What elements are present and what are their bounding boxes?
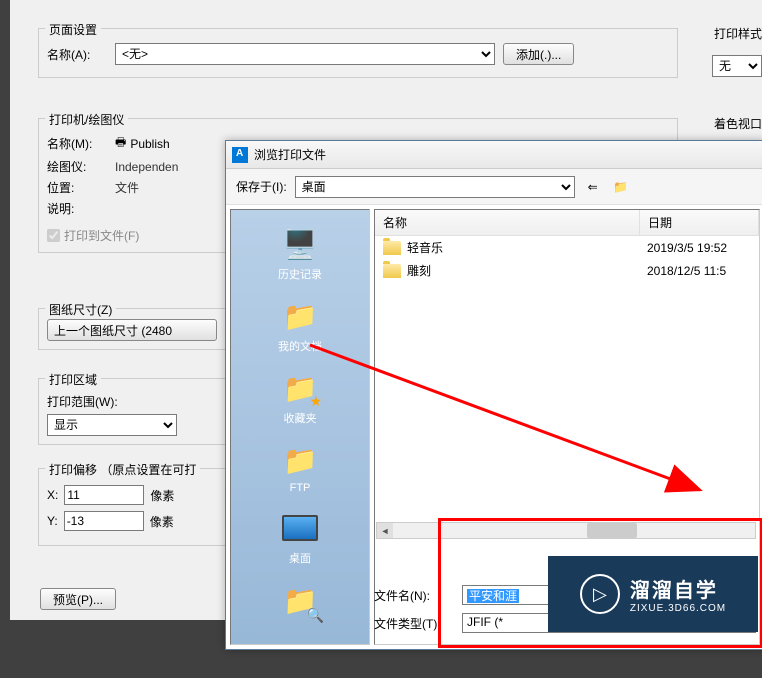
paper-legend: 图纸尺寸(Z) bbox=[45, 301, 116, 318]
page-setup-group: 页面设置 名称(A): <无> 添加(.)... bbox=[38, 28, 678, 78]
page-name-label: 名称(A): bbox=[47, 46, 107, 63]
print-to-file-checkbox bbox=[47, 229, 60, 242]
print-style-select[interactable]: 无 bbox=[712, 55, 762, 77]
printer-name-label: 名称(M): bbox=[47, 135, 107, 152]
folder-icon bbox=[383, 241, 401, 255]
location-label: 位置: bbox=[47, 179, 107, 196]
watermark-title: 溜溜自学 bbox=[630, 574, 726, 603]
y-unit: 像素 bbox=[150, 513, 174, 530]
paper-size-group: 图纸尺寸(Z) 上一个图纸尺寸 (2480 bbox=[38, 308, 238, 350]
sidebar-item-search[interactable]: 📁 bbox=[231, 574, 369, 626]
x-label: X: bbox=[47, 488, 58, 502]
filename-label: 文件名(N): bbox=[374, 587, 454, 604]
area-legend: 打印区域 bbox=[45, 371, 101, 388]
preview-button[interactable]: 预览(P)... bbox=[40, 588, 116, 610]
desktop-icon bbox=[280, 508, 320, 548]
horizontal-scrollbar[interactable]: ◄ bbox=[376, 522, 756, 539]
column-date[interactable]: 日期 bbox=[640, 210, 759, 235]
file-row[interactable]: 轻音乐 2019/3/5 19:52 bbox=[375, 236, 759, 259]
dialog-title: 浏览打印文件 bbox=[254, 146, 326, 163]
file-row[interactable]: 雕刻 2018/12/5 11:5 bbox=[375, 259, 759, 282]
sidebar-item-history[interactable]: 🖥️ 历史记录 bbox=[231, 218, 369, 288]
ftp-icon: 📁 bbox=[280, 440, 320, 480]
plotter-label: 绘图仪: bbox=[47, 158, 107, 175]
page-name-select[interactable]: <无> bbox=[115, 43, 495, 65]
search-folder-icon: 📁 bbox=[280, 580, 320, 620]
sidebar-item-favorites[interactable]: 📁 收藏夹 bbox=[231, 362, 369, 432]
print-to-file-label: 打印到文件(F) bbox=[64, 227, 139, 244]
places-sidebar: 🖥️ 历史记录 📁 我的文档 📁 收藏夹 📁 FTP 桌面 bbox=[230, 209, 370, 645]
play-icon: ▷ bbox=[580, 574, 620, 614]
filetype-label: 文件类型(T): bbox=[374, 615, 454, 632]
sidebar-item-desktop[interactable]: 桌面 bbox=[231, 502, 369, 572]
shade-viewport-legend: 着色视口 bbox=[714, 115, 762, 132]
folder-icon bbox=[383, 264, 401, 278]
offset-legend: 打印偏移 （原点设置在可打 bbox=[45, 461, 200, 478]
app-icon bbox=[232, 147, 248, 163]
folder-icon: 📁 bbox=[280, 296, 320, 336]
save-in-label: 保存于(I): bbox=[236, 178, 287, 195]
back-icon[interactable]: ⇐ bbox=[583, 177, 603, 197]
printer-legend: 打印机/绘图仪 bbox=[45, 111, 128, 128]
paper-size-button[interactable]: 上一个图纸尺寸 (2480 bbox=[47, 319, 217, 341]
print-offset-group: 打印偏移 （原点设置在可打 X: 像素 Y: 像素 bbox=[38, 468, 238, 546]
dialog-toolbar: 保存于(I): 桌面 ⇐ 📁 bbox=[226, 169, 762, 205]
save-in-select[interactable]: 桌面 bbox=[295, 176, 575, 198]
favorites-icon: 📁 bbox=[280, 368, 320, 408]
add-page-button[interactable]: 添加(.)... bbox=[503, 43, 574, 65]
y-label: Y: bbox=[47, 514, 58, 528]
watermark: ▷ 溜溜自学 ZIXUE.3D66.COM bbox=[548, 556, 758, 632]
column-name[interactable]: 名称 bbox=[375, 210, 640, 235]
scroll-thumb[interactable] bbox=[587, 523, 637, 538]
x-unit: 像素 bbox=[150, 487, 174, 504]
dialog-titlebar[interactable]: 浏览打印文件 bbox=[226, 141, 762, 169]
watermark-url: ZIXUE.3D66.COM bbox=[630, 603, 726, 614]
print-area-group: 打印区域 打印范围(W): 显示 bbox=[38, 378, 238, 445]
x-input[interactable] bbox=[64, 485, 144, 505]
page-setup-legend: 页面设置 bbox=[45, 21, 101, 38]
up-icon[interactable]: 📁 bbox=[611, 177, 631, 197]
sidebar-item-ftp[interactable]: 📁 FTP bbox=[231, 434, 369, 500]
y-input[interactable] bbox=[64, 511, 144, 531]
printer-name-value: Publish bbox=[130, 137, 169, 151]
file-list-header: 名称 日期 bbox=[375, 210, 759, 236]
print-range-select[interactable]: 显示 bbox=[47, 414, 177, 436]
plotter-value: Independen bbox=[115, 160, 178, 174]
sidebar-item-mydocs[interactable]: 📁 我的文档 bbox=[231, 290, 369, 360]
location-value: 文件 bbox=[115, 179, 139, 196]
printer-icon: 🖶 bbox=[115, 133, 126, 154]
print-style-legend: 打印样式 bbox=[714, 25, 762, 42]
scroll-left-icon[interactable]: ◄ bbox=[377, 523, 393, 538]
range-label: 打印范围(W): bbox=[47, 393, 118, 410]
history-icon: 🖥️ bbox=[280, 224, 320, 264]
description-label: 说明: bbox=[47, 200, 107, 217]
